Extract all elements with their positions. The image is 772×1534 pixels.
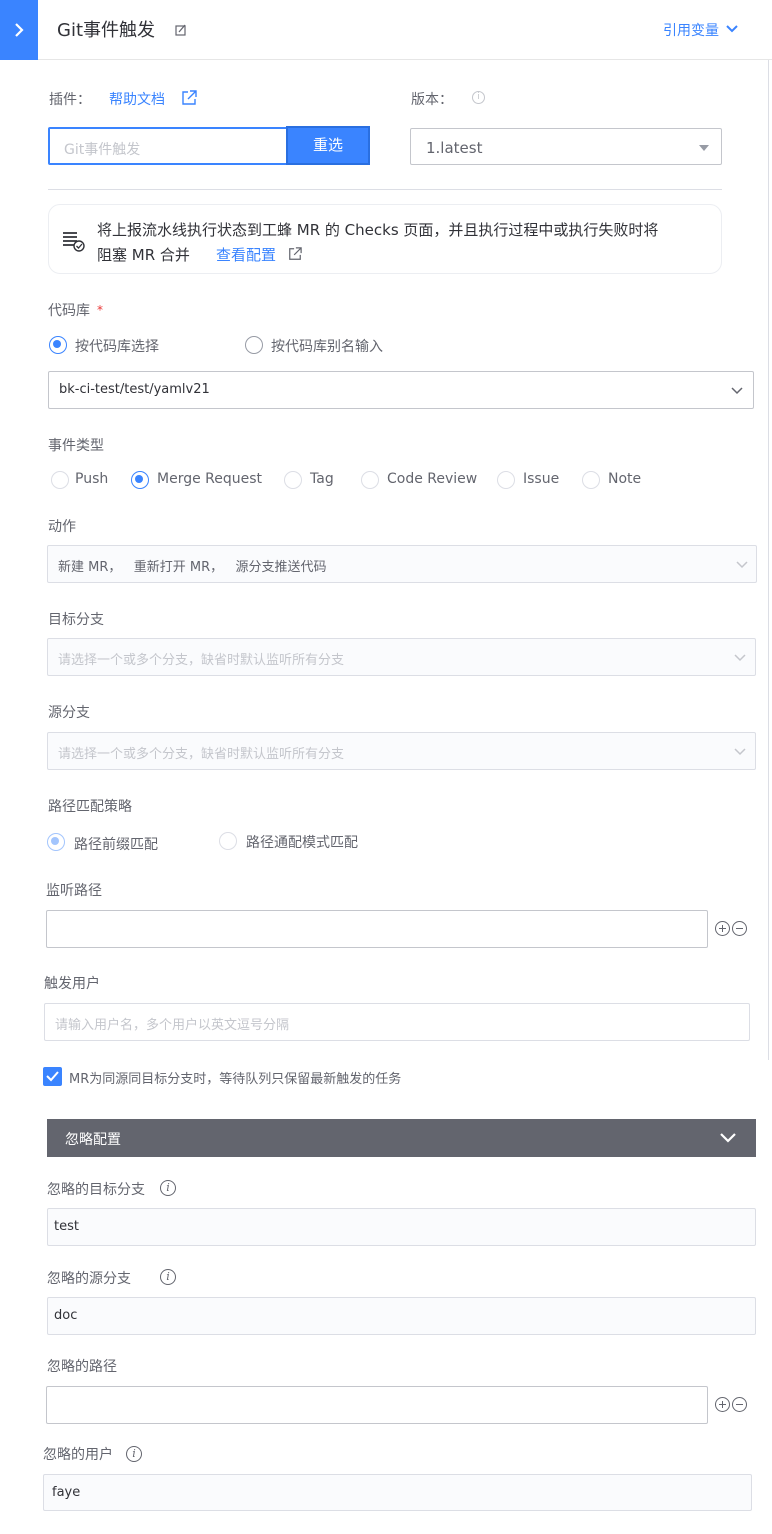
radio-event-code-review[interactable] <box>361 471 379 489</box>
target-branch-label: 目标分支 <box>48 612 104 628</box>
version-select[interactable]: 1.latest <box>410 128 722 165</box>
chevron-right-icon <box>15 23 24 37</box>
panel-border <box>768 60 769 1060</box>
path-strategy-label: 路径匹配策略 <box>48 799 132 815</box>
ignore-target-branch-input[interactable]: test <box>47 1208 756 1246</box>
ignore-user-input[interactable]: faye <box>43 1474 752 1511</box>
chevron-down-icon <box>736 561 748 569</box>
action-value: 新建 MR， 重新打开 MR， 源分支推送代码 <box>58 560 327 575</box>
ignore-section-header[interactable]: 忽略配置 <box>47 1119 756 1157</box>
trigger-user-placeholder: 请输入用户名，多个用户以英文逗号分隔 <box>55 1018 290 1033</box>
source-branch-label: 源分支 <box>48 705 90 721</box>
radio-event-merge-request[interactable] <box>131 471 149 489</box>
version-value: 1.latest <box>426 139 483 157</box>
plugin-select-value: Git事件触发 <box>64 142 141 158</box>
event-code-review-label[interactable]: Code Review <box>387 471 477 487</box>
event-tag-label[interactable]: Tag <box>310 471 334 487</box>
event-note-label[interactable]: Note <box>608 471 641 487</box>
add-circle-icon[interactable] <box>715 921 730 936</box>
caret-down-icon <box>699 145 709 151</box>
ignore-source-branch-input[interactable]: doc <box>47 1297 756 1335</box>
action-label: 动作 <box>48 519 76 535</box>
add-circle-icon[interactable] <box>715 1397 730 1412</box>
panel-title: Git事件触发 <box>57 20 156 41</box>
ignore-path-input[interactable] <box>46 1386 708 1424</box>
watch-path-input[interactable] <box>46 910 708 948</box>
plugin-select-input[interactable]: Git事件触发 <box>48 127 288 165</box>
remove-circle-icon[interactable] <box>732 921 747 936</box>
path-prefix-label[interactable]: 路径前缀匹配 <box>74 834 158 854</box>
trigger-user-label: 触发用户 <box>44 976 100 992</box>
radio-repo-alias[interactable] <box>245 336 263 354</box>
info-icon[interactable]: i <box>472 91 485 104</box>
view-config-link[interactable]: 查看配置 <box>216 244 276 265</box>
radio-repo-select[interactable] <box>49 336 67 354</box>
source-branch-select[interactable]: 请选择一个或多个分支，缺省时默认监听所有分支 <box>47 732 756 770</box>
reference-variable-button[interactable]: 引用变量 <box>663 20 719 40</box>
chevron-down-icon <box>731 387 743 395</box>
reselect-button[interactable]: 重选 <box>286 126 370 165</box>
repo-label: 代码库 <box>48 303 90 319</box>
target-branch-select[interactable]: 请选择一个或多个分支，缺省时默认监听所有分支 <box>47 638 756 676</box>
ignore-user-value: faye <box>52 1485 81 1500</box>
remove-circle-icon[interactable] <box>732 1397 747 1412</box>
radio-event-issue[interactable] <box>497 471 515 489</box>
radio-repo-select-label[interactable]: 按代码库选择 <box>75 336 159 356</box>
info-icon[interactable]: i <box>160 1269 176 1285</box>
plugin-label: 插件： <box>49 92 91 108</box>
notice-text-line1: 将上报流水线执行状态到工蜂 MR 的 Checks 页面，并且执行过程中或执行失… <box>97 221 659 239</box>
repo-value: bk-ci-test/test/yamlv21 <box>59 382 210 397</box>
ignore-source-branch-label: 忽略的源分支 <box>47 1271 131 1287</box>
ignore-source-branch-value: doc <box>54 1308 78 1323</box>
chevron-down-icon <box>734 748 746 756</box>
trigger-user-input[interactable]: 请输入用户名，多个用户以英文逗号分隔 <box>44 1003 750 1041</box>
source-branch-placeholder: 请选择一个或多个分支，缺省时默认监听所有分支 <box>58 747 345 762</box>
radio-event-note[interactable] <box>582 471 600 489</box>
chevron-down-icon[interactable] <box>726 24 738 34</box>
external-link-icon[interactable] <box>288 247 302 261</box>
check-icon <box>46 1071 59 1082</box>
radio-event-tag[interactable] <box>284 471 302 489</box>
radio-repo-alias-label[interactable]: 按代码库别名输入 <box>271 336 383 356</box>
external-link-icon[interactable] <box>181 90 197 106</box>
event-push-label[interactable]: Push <box>75 471 108 487</box>
collapse-panel-button[interactable] <box>0 0 38 60</box>
version-label: 版本： <box>411 92 453 108</box>
divider <box>48 189 722 190</box>
ignore-path-add-remove <box>715 1397 751 1413</box>
queue-checkbox-label[interactable]: MR为同源同目标分支时，等待队列只保留最新触发的任务 <box>69 1068 401 1087</box>
chevron-down-icon <box>720 1133 736 1143</box>
ignore-user-label: 忽略的用户 <box>43 1447 113 1463</box>
path-wildcard-label[interactable]: 路径通配模式匹配 <box>246 832 358 852</box>
notice-text-line2: 阻塞 MR 合并 <box>97 246 190 264</box>
target-branch-placeholder: 请选择一个或多个分支，缺省时默认监听所有分支 <box>58 653 345 668</box>
ignore-path-label: 忽略的路径 <box>47 1359 117 1375</box>
event-issue-label[interactable]: Issue <box>523 471 559 487</box>
info-icon[interactable]: i <box>126 1446 142 1462</box>
chevron-down-icon <box>734 654 746 662</box>
event-type-label: 事件类型 <box>48 438 104 454</box>
queue-checkbox[interactable] <box>43 1067 62 1086</box>
required-mark: * <box>97 303 103 317</box>
radio-path-prefix[interactable] <box>47 833 65 851</box>
repo-select[interactable]: bk-ci-test/test/yamlv21 <box>48 371 754 409</box>
radio-path-wildcard[interactable] <box>219 832 237 850</box>
action-select[interactable]: 新建 MR， 重新打开 MR， 源分支推送代码 <box>47 545 757 583</box>
document-check-icon <box>63 232 85 252</box>
watch-path-label: 监听路径 <box>46 883 102 899</box>
ignore-section-title: 忽略配置 <box>65 1132 121 1148</box>
radio-event-push[interactable] <box>51 471 69 489</box>
help-doc-link[interactable]: 帮助文档 <box>109 89 165 109</box>
watch-path-add-remove <box>715 921 751 937</box>
edit-icon[interactable] <box>175 24 187 36</box>
info-icon[interactable]: i <box>160 1180 176 1196</box>
event-merge-request-label[interactable]: Merge Request <box>157 471 262 487</box>
ignore-target-branch-value: test <box>54 1219 79 1234</box>
ignore-target-branch-label: 忽略的目标分支 <box>47 1182 145 1198</box>
